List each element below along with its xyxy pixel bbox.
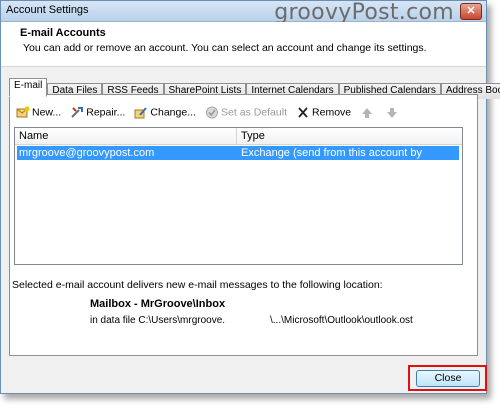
new-button[interactable]: New... bbox=[16, 106, 61, 119]
column-divider[interactable] bbox=[236, 128, 237, 144]
accounts-list[interactable]: Name Type mrgroove@groovypost.com Exchan… bbox=[14, 127, 463, 265]
checkmark-icon bbox=[205, 106, 219, 119]
account-type: Exchange (send from this account by defa… bbox=[241, 147, 422, 171]
change-button-label: Change... bbox=[150, 106, 196, 119]
repair-icon bbox=[70, 106, 84, 119]
email-tab-panel: New... Repair... Change... Set as Defaul… bbox=[9, 94, 478, 356]
window-title: Account Settings bbox=[6, 4, 89, 16]
tab-strip: E-mail Data Files RSS Feeds SharePoint List… bbox=[9, 78, 500, 99]
data-file-path: \...\Microsoft\Outlook\outlook.ost bbox=[270, 315, 413, 326]
section-title: E-mail Accounts bbox=[20, 27, 106, 39]
data-file-prefix: in data file C:\Users\mrgroove. bbox=[90, 315, 226, 326]
set-as-default-label: Set as Default bbox=[221, 106, 287, 119]
account-row[interactable]: mrgroove@groovypost.com Exchange (send f… bbox=[17, 146, 459, 171]
account-settings-window: Account Settings groovyPost.com ✕ E-mail… bbox=[0, 0, 500, 394]
close-button[interactable]: Close bbox=[416, 370, 480, 387]
header-section: E-mail Accounts You can add or remove an… bbox=[1, 22, 486, 67]
repair-button-label: Repair... bbox=[86, 106, 126, 119]
account-toolbar: New... Repair... Change... Set as Defaul… bbox=[16, 106, 407, 122]
delivery-note: Selected e-mail account delivers new e-m… bbox=[12, 279, 383, 291]
remove-x-icon bbox=[296, 106, 310, 119]
arrow-up-icon bbox=[360, 106, 374, 119]
account-name: mrgroove@groovypost.com bbox=[19, 147, 155, 159]
arrow-down-icon bbox=[385, 106, 399, 119]
move-up-button[interactable] bbox=[360, 106, 376, 119]
close-highlight: Close bbox=[408, 365, 487, 391]
new-account-icon bbox=[16, 106, 30, 119]
change-button[interactable]: Change... bbox=[134, 106, 196, 119]
column-header-name[interactable]: Name bbox=[19, 130, 48, 142]
set-as-default-button[interactable]: Set as Default bbox=[205, 106, 287, 119]
tab-email[interactable]: E-mail bbox=[9, 78, 48, 97]
repair-button[interactable]: Repair... bbox=[70, 106, 125, 119]
section-description: You can add or remove an account. You ca… bbox=[23, 42, 427, 54]
column-header-type[interactable]: Type bbox=[241, 130, 265, 142]
remove-button-label: Remove bbox=[312, 106, 352, 119]
move-down-button[interactable] bbox=[385, 106, 401, 119]
list-header: Name Type bbox=[15, 128, 462, 145]
mailbox-location: Mailbox - MrGroove\Inbox bbox=[90, 298, 226, 310]
title-bar: Account Settings groovyPost.com ✕ bbox=[1, 0, 486, 25]
remove-button[interactable]: Remove bbox=[296, 106, 351, 119]
new-button-label: New... bbox=[32, 106, 62, 119]
change-icon bbox=[134, 106, 148, 119]
window-close-icon[interactable]: ✕ bbox=[460, 3, 482, 20]
